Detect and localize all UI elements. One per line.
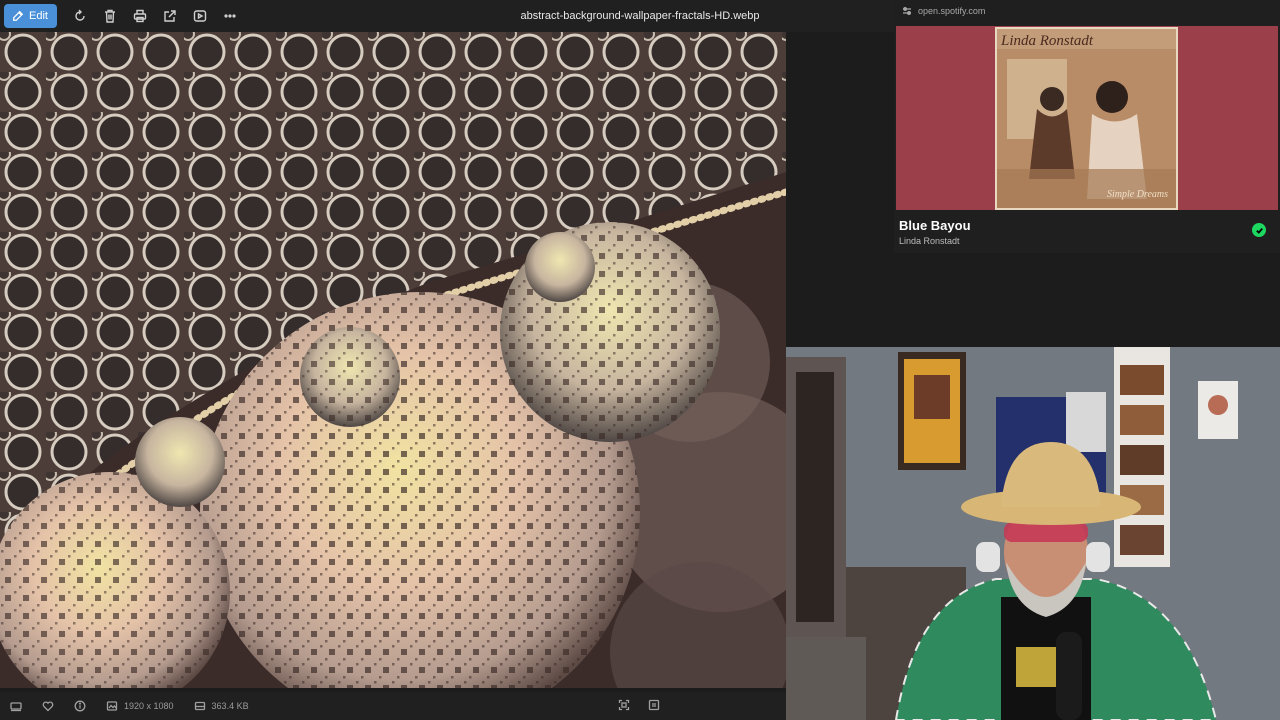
photos-app-window: Edit abstract-background-wallpaper-fract… — [0, 0, 1280, 720]
image-dimensions-text: 1920 x 1080 — [124, 701, 174, 711]
favorite-button[interactable] — [42, 700, 54, 712]
filmstrip-button[interactable] — [10, 700, 22, 712]
info-icon — [74, 700, 86, 712]
view-controls — [618, 699, 660, 711]
track-title[interactable]: Blue Bayou — [899, 218, 971, 233]
saved-to-library-button[interactable] — [1252, 223, 1266, 237]
slideshow-button[interactable] — [185, 4, 215, 28]
spotify-url-text: open.spotify.com — [918, 6, 986, 16]
file-size-text: 363.4 KB — [211, 701, 249, 711]
edit-button[interactable]: Edit — [4, 4, 57, 28]
file-info-button[interactable] — [74, 700, 86, 712]
more-icon — [224, 14, 236, 18]
file-name-title: abstract-background-wallpaper-fractals-H… — [520, 10, 760, 22]
filmstrip-icon — [10, 702, 22, 712]
delete-icon — [104, 9, 115, 23]
share-button[interactable] — [155, 4, 185, 28]
print-button[interactable] — [125, 4, 155, 28]
slideshow-icon — [193, 10, 207, 22]
heart-icon — [42, 701, 54, 712]
edit-icon — [13, 10, 24, 21]
album-art[interactable]: Linda Ronstadt Simple Dreams — [995, 27, 1178, 210]
site-settings-icon — [903, 7, 911, 15]
webcam-video — [786, 347, 1280, 720]
webcam-overlay — [786, 347, 1280, 720]
album-cover-artist-text: Linda Ronstadt — [1001, 33, 1094, 49]
rotate-button[interactable] — [65, 4, 95, 28]
spotify-now-playing-popup[interactable]: open.spotify.com Linda Ronstadt Simple D… — [894, 0, 1280, 253]
storage-icon — [194, 701, 205, 711]
bottom-status-bar: 1920 x 1080 363.4 KB — [0, 692, 786, 720]
checkmark-icon — [1255, 227, 1263, 234]
dimensions-icon — [106, 701, 118, 711]
fractal-image — [0, 32, 786, 688]
image-dimensions: 1920 x 1080 — [106, 700, 174, 712]
file-size: 363.4 KB — [194, 700, 249, 712]
album-cover-image — [997, 29, 1176, 208]
album-cover-title-text: Simple Dreams — [1106, 189, 1168, 200]
track-artist[interactable]: Linda Ronstadt — [899, 236, 960, 246]
delete-button[interactable] — [95, 4, 125, 28]
more-button[interactable] — [215, 4, 245, 28]
actual-size-icon[interactable] — [648, 699, 660, 711]
spotify-url: open.spotify.com — [902, 6, 985, 16]
image-canvas[interactable] — [0, 32, 786, 688]
fit-to-window-icon[interactable] — [618, 699, 630, 711]
rotate-icon — [75, 9, 85, 21]
edit-button-label: Edit — [29, 10, 48, 22]
print-icon — [133, 9, 147, 23]
share-icon — [164, 10, 176, 22]
